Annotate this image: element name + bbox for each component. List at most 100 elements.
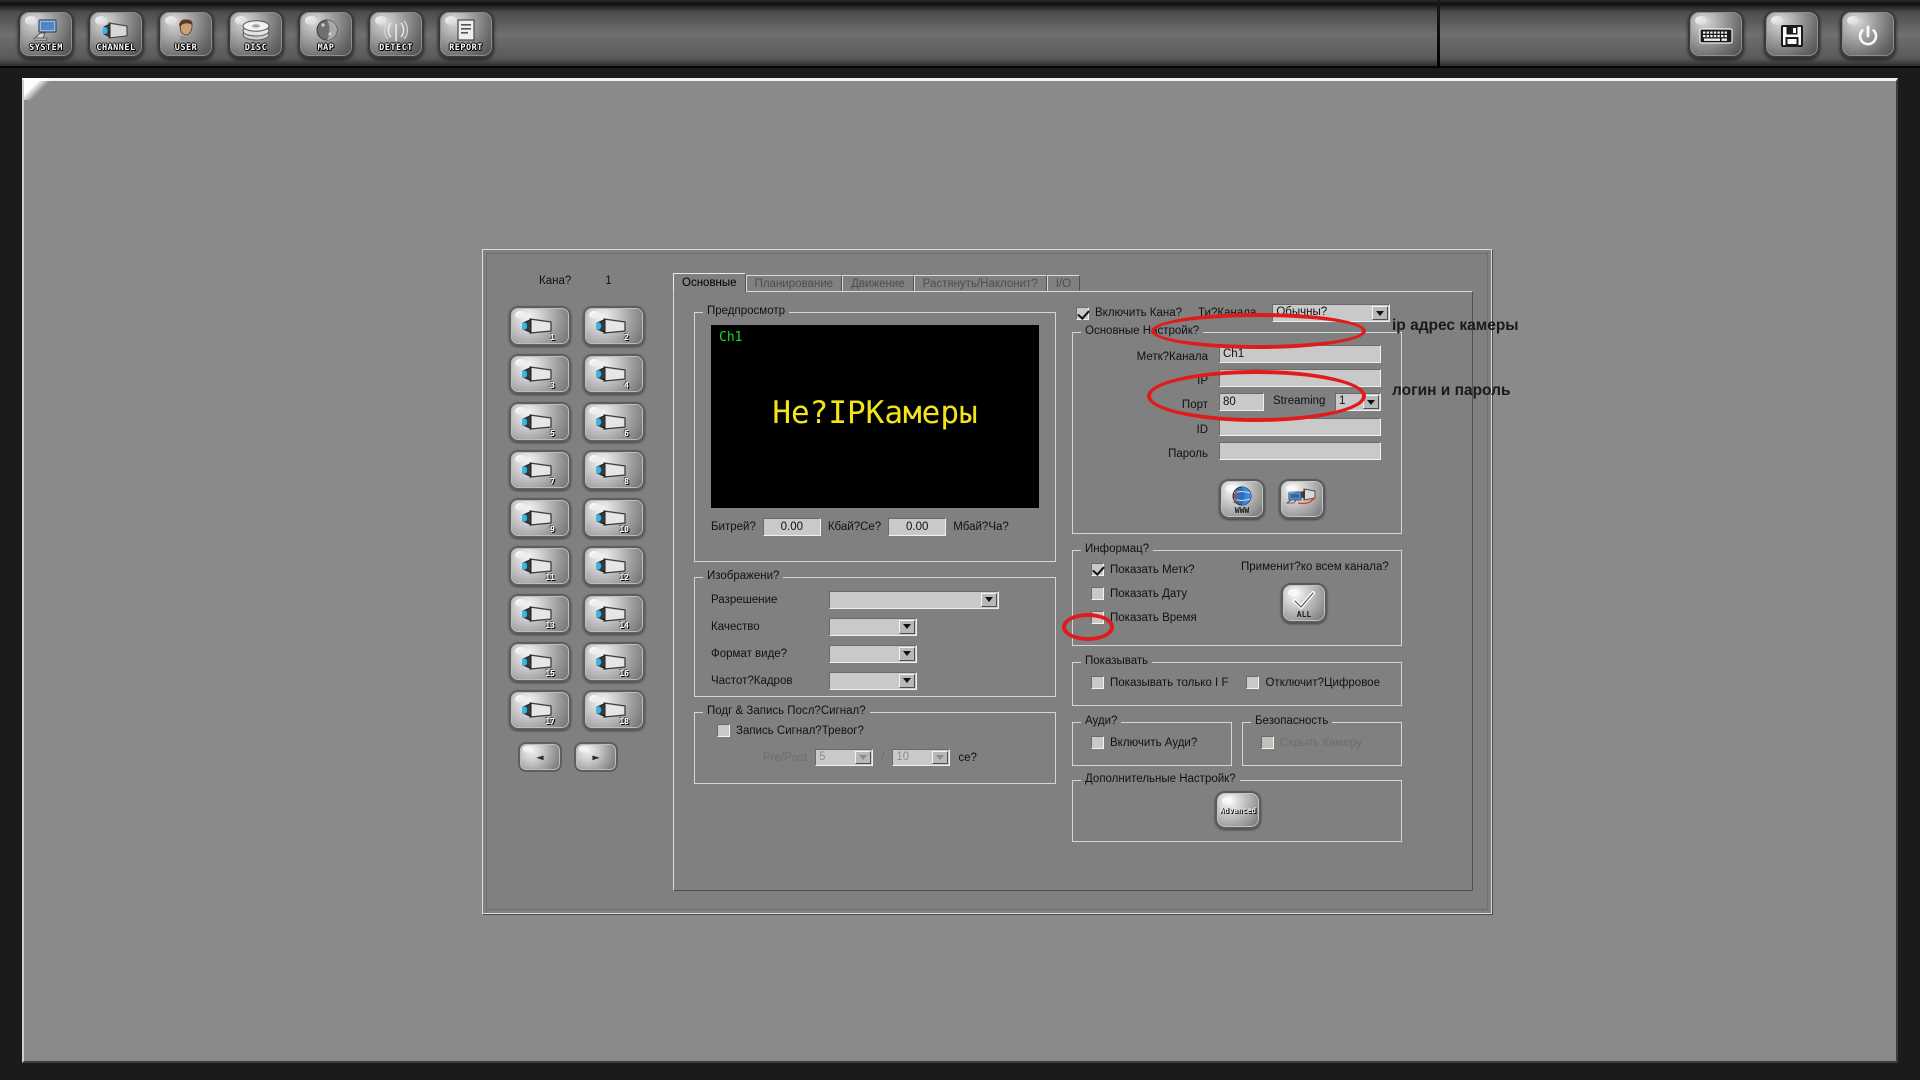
camera-button-2[interactable]: 2 [583,306,645,346]
image-setting-combo[interactable] [829,644,917,663]
image-setting-combo[interactable] [829,671,917,690]
camera-button-10[interactable]: 10 [583,498,645,538]
camera-button-6[interactable]: 6 [583,402,645,442]
video-preview[interactable]: Ch1 Не?IPКамеры [711,325,1039,508]
show-checkbox-list: Показывать только I F Отключит?Цифровое [1091,676,1380,689]
next-arrow-icon: ► [592,750,600,764]
tab-4[interactable]: Растянуть/Наклонит? [913,275,1047,292]
camera-button-4[interactable]: 4 [583,354,645,394]
info-checkbox-2[interactable]: Показать Дату [1091,587,1197,600]
prev-page-button[interactable]: ◄ [518,742,562,772]
advanced-group-title: Дополнительные Настройк? [1081,773,1240,785]
enable-channel-checkbox[interactable]: Включить Кана? [1076,306,1182,320]
checkbox-label: Запись Сигнал?Тревог? [736,724,864,737]
field-row-label: Метк?Канала [1103,347,1208,365]
bitrate-unit: Кбай?Се? [827,521,882,533]
chevron-down-icon [899,619,915,634]
checkbox-box [1261,736,1274,749]
toolbar-button-channel[interactable]: CHANNEL [88,10,144,58]
toolbar-button-label: USER [174,43,198,53]
toolbar-button-report[interactable]: REPORT [438,10,494,58]
desktop-background: Кана? 1 1 2 3 4 5 6 7 8 9 10 11 12 13 14 15 16 17 18 ◄ ► [22,78,1898,1063]
camera-button-16[interactable]: 16 [583,642,645,682]
camera-button-13[interactable]: 13 [509,594,571,634]
next-page-button[interactable]: ► [574,742,618,772]
id-input[interactable] [1219,418,1381,436]
prepost-group-title: Подг & Запись Посл?Сигнал? [703,705,870,717]
camera-button-15[interactable]: 15 [509,642,571,682]
show-checkbox-1[interactable]: Показывать только I F [1091,676,1228,689]
camera-button-17[interactable]: 17 [509,690,571,730]
tab-1[interactable]: Основные [673,273,746,292]
camera-button-12[interactable]: 12 [583,546,645,586]
keyboard-icon [1690,12,1742,60]
enable-channel-row: Включить Кана? Ти?Канала Обычны? [1076,304,1391,322]
chevron-down-icon [899,646,915,661]
camera-search-button[interactable] [1279,479,1325,519]
image-setting-row: Разрешение [711,588,1045,611]
camera-button-1[interactable]: 1 [509,306,571,346]
prepost-separator: / [881,751,885,764]
camera-button-number: 14 [619,621,629,630]
toolbar-button-user[interactable]: USER [158,10,214,58]
channel-type-label: Ти?Канала [1198,307,1257,319]
channel-type-combo[interactable]: Обычны? [1272,304,1391,322]
tab-3[interactable]: Движение [842,275,914,292]
keyboard-button[interactable] [1688,10,1744,58]
prepost-group: Подг & Запись Посл?Сигнал? Запись Сигнал… [694,705,1056,784]
show-group: Показывать Показывать только I F Отключит… [1072,655,1402,706]
tab-2[interactable]: Планирование [745,275,843,292]
show-checkbox-2[interactable]: Отключит?Цифровое [1246,676,1380,689]
image-setting-combo[interactable] [829,590,999,609]
channel-name-input[interactable]: Ch1 [1219,345,1381,363]
camera-button-5[interactable]: 5 [509,402,571,442]
ip-input[interactable] [1219,369,1381,387]
streaming-combo[interactable]: 1 [1335,393,1381,411]
www-button[interactable]: WWW [1219,479,1265,519]
apply-all-button-label: ALL [1296,610,1312,619]
camera-button-9[interactable]: 9 [509,498,571,538]
info-checkbox-3[interactable]: Показать Время [1091,611,1197,624]
toolbar-button-map[interactable]: MAP [298,10,354,58]
streaming-label: Streaming [1273,395,1326,407]
camera-button-number: 5 [550,429,555,438]
camera-button-3[interactable]: 3 [509,354,571,394]
basic-settings-group: Основные Настройк? Метк?Канала Ch1 IP По… [1072,325,1402,534]
prepost-label: Pre/Post [763,751,808,764]
camera-button-number: 18 [619,717,629,726]
info-checkbox-1[interactable]: Показать Метк? [1091,563,1197,576]
camera-button-11[interactable]: 11 [509,546,571,586]
advanced-group: Дополнительные Настройк? Advanced [1072,773,1402,842]
hide-camera-checkbox[interactable]: Скрыть Камеру [1261,736,1362,749]
password-input[interactable] [1219,442,1381,460]
apply-all-button[interactable]: ALL [1281,583,1327,623]
power-button[interactable] [1840,10,1896,58]
camera-button-8[interactable]: 8 [583,450,645,490]
post-seconds-combo[interactable]: 10 [892,749,951,766]
tab-5[interactable]: I/O [1046,275,1081,292]
field-row-label: Порт [1103,395,1208,413]
toolbar-divider [1437,0,1440,68]
save-button[interactable] [1764,10,1820,58]
image-group: Изображени? Разрешение Качество Формат вид… [694,570,1056,697]
pre-seconds-combo[interactable]: 5 [815,749,874,766]
advanced-button[interactable]: Advanced [1215,791,1261,829]
camera-button-number: 7 [550,477,555,486]
ip-annotation-text: ip адрес камеры [1392,317,1519,334]
toolbar-button-system[interactable]: SYSTEM [18,10,74,58]
checkbox-label: Включить Ауди? [1110,736,1198,749]
port-input[interactable]: 80 [1219,393,1264,411]
camera-button-number: 11 [545,573,555,582]
camera-button-14[interactable]: 14 [583,594,645,634]
image-setting-row: Частот?Кадров [711,669,1045,692]
toolbar-button-disc[interactable]: DISC [228,10,284,58]
camera-button-7[interactable]: 7 [509,450,571,490]
image-setting-combo[interactable] [829,617,917,636]
checkbox-box [1076,306,1089,320]
top-toolbar: SYSTEM CHANNEL USER DISC MAP DETECT REPO… [0,0,1920,68]
enable-audio-checkbox[interactable]: Включить Ауди? [1091,736,1197,749]
toolbar-button-detect[interactable]: DETECT [368,10,424,58]
prepost-row: Pre/Post 5 / 10 ce? [763,749,977,766]
camera-button-18[interactable]: 18 [583,690,645,730]
alarm-record-checkbox[interactable]: Запись Сигнал?Тревог? [717,724,864,737]
